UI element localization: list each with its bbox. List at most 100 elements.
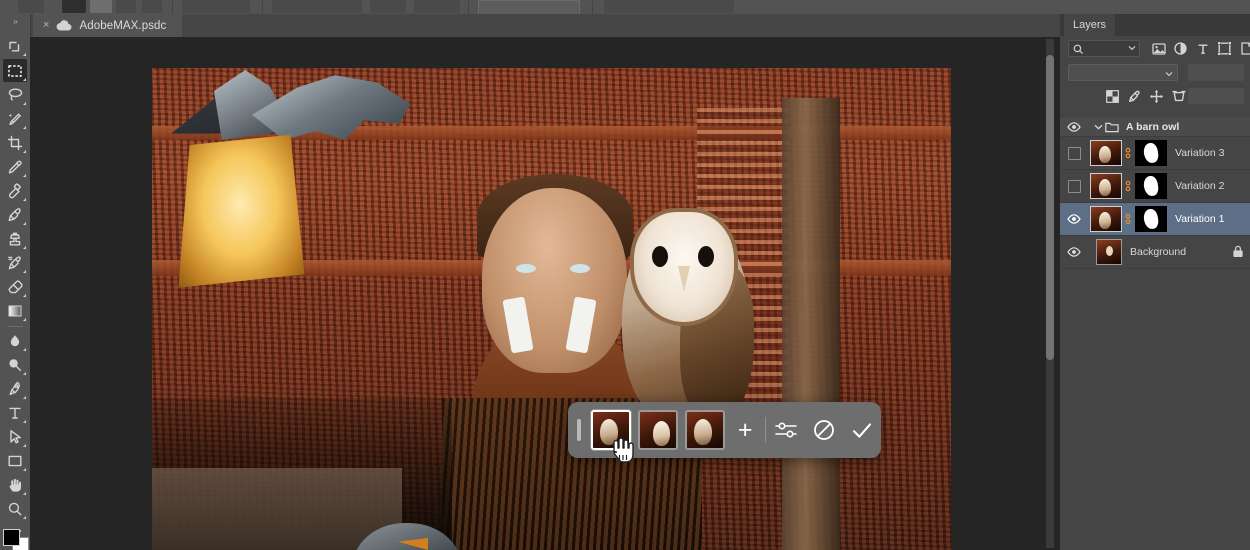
layer-mask-thumbnail[interactable] [1135,173,1167,199]
variation-thumbnail-3[interactable] [684,410,725,450]
layer-group-row[interactable]: A barn owl [1060,118,1250,137]
path-selection-tool[interactable] [3,425,27,448]
document-canvas[interactable] [152,68,951,550]
generate-more-button[interactable]: + [731,417,760,443]
lock-artboard-nesting-icon[interactable] [1170,88,1187,104]
options-tool-preset[interactable] [18,0,44,13]
options-extra-field[interactable] [604,0,734,13]
cloud-document-icon [56,20,72,31]
visibility-toggle[interactable] [1060,146,1088,160]
visibility-toggle[interactable] [1060,247,1088,257]
rectangle-tool[interactable] [3,449,27,472]
layer-thumbnail[interactable] [1090,206,1122,232]
options-subtract-selection[interactable] [116,0,136,13]
layer-mask-thumbnail[interactable] [1135,206,1167,232]
lock-image-pixels-icon[interactable] [1126,88,1143,104]
visibility-toggle[interactable] [1060,214,1088,224]
pen-tool[interactable] [3,377,27,400]
options-add-selection[interactable] [90,0,112,13]
collapse-panel-icon[interactable]: » [0,14,30,28]
smart-object-filter-icon[interactable] [1238,40,1250,57]
table-row[interactable]: Variation 1 [1060,203,1250,236]
link-icon[interactable] [1122,146,1134,160]
lock-position-icon[interactable] [1148,88,1165,104]
canvas-area[interactable] [30,37,1060,550]
document-tab[interactable]: × AdobeMAX.psdc [33,14,183,37]
options-intersect-selection[interactable] [142,0,162,13]
options-style-field[interactable] [272,0,362,13]
vertical-scrollbar[interactable] [1046,39,1054,548]
clone-stamp-tool[interactable] [3,227,27,250]
history-brush-tool[interactable] [3,251,27,274]
variation-thumbnail-2[interactable] [637,410,678,450]
variation-thumbnail-1[interactable] [589,409,632,451]
blend-mode-row [1060,62,1250,84]
eyedropper-tool[interactable] [3,155,27,178]
brush-tool[interactable] [3,203,27,226]
fill-field[interactable] [1188,88,1244,104]
layer-filter-row [1060,36,1250,62]
lasso-tool[interactable] [3,83,27,106]
adjustment-layer-filter-icon[interactable] [1172,40,1189,57]
document-tab-title: AdobeMAX.psdc [79,19,167,32]
folder-icon [1104,122,1120,133]
shape-layer-filter-icon[interactable] [1216,40,1233,57]
lock-transparent-pixels-icon[interactable] [1104,88,1121,104]
color-swatches[interactable] [3,529,29,550]
blur-tool[interactable] [3,329,27,352]
eraser-tool[interactable] [3,275,27,298]
gradient-tool[interactable] [3,299,27,322]
layer-name: Variation 1 [1175,213,1225,225]
link-icon[interactable] [1122,179,1134,193]
swap-arrows-icon[interactable] [382,1,394,13]
scrollbar-thumb[interactable] [1046,55,1054,360]
options-feather-field[interactable] [182,0,250,13]
options-height-field[interactable] [414,0,460,13]
photo-owl-eye-right [698,246,714,267]
drag-handle-icon[interactable] [577,419,581,441]
move-tool[interactable] [3,34,27,57]
foreground-color-swatch[interactable] [3,529,20,546]
photo-man-face [482,188,627,373]
select-subject-button[interactable] [478,0,580,15]
properties-button[interactable] [766,420,804,440]
hand-tool[interactable] [3,473,27,496]
layer-name: Variation 3 [1175,147,1225,159]
chevron-down-icon[interactable] [1092,124,1104,130]
cancel-button[interactable] [805,418,843,442]
tab-layers[interactable]: Layers [1064,14,1116,36]
crop-tool[interactable] [3,131,27,154]
panel-tab-bar: Layers [1060,14,1250,36]
table-row[interactable]: Variation 3 [1060,137,1250,170]
type-layer-filter-icon[interactable] [1194,40,1211,57]
dodge-tool[interactable] [3,353,27,376]
lock-all-icon[interactable] [1232,245,1244,263]
opacity-field[interactable] [1188,64,1244,81]
layer-thumbnail[interactable] [1096,239,1122,265]
visibility-toggle-group[interactable] [1060,122,1088,132]
table-row[interactable]: Background [1060,236,1250,269]
photo-man-eye-left [516,264,536,273]
layer-thumbnail[interactable] [1090,173,1122,199]
commit-button[interactable] [843,419,881,441]
photo-lantern-glow [178,134,305,288]
table-row[interactable]: Variation 2 [1060,170,1250,203]
blend-mode-select[interactable] [1068,64,1178,81]
layer-thumbnail[interactable] [1090,140,1122,166]
generative-fill-variations-bar[interactable]: + [568,402,881,458]
link-icon[interactable] [1122,212,1134,226]
chevron-down-icon [1165,71,1173,77]
healing-brush-tool[interactable] [3,179,27,202]
object-selection-tool[interactable] [3,107,27,130]
rectangular-marquee-tool[interactable] [3,59,27,82]
type-tool[interactable] [3,401,27,424]
visibility-toggle[interactable] [1060,179,1088,193]
photoshop-window: × AdobeMAX.psdc » + Layers A barn owl Va… [0,0,1250,550]
zoom-tool[interactable] [3,497,27,520]
close-icon[interactable]: × [43,20,49,31]
options-new-selection[interactable] [62,0,86,13]
pixel-layer-filter-icon[interactable] [1150,40,1167,57]
chevron-down-icon [1128,45,1136,51]
layer-mask-thumbnail[interactable] [1135,140,1167,166]
layer-group-name: A barn owl [1126,121,1180,133]
